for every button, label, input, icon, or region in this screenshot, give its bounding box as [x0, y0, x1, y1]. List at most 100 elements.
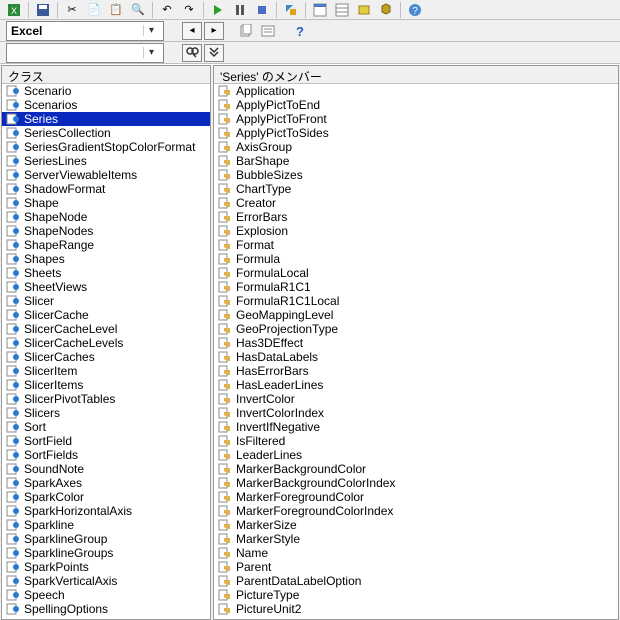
class-item[interactable]: SeriesCollection [2, 126, 210, 140]
class-item[interactable]: SparkPoints [2, 560, 210, 574]
go-forward-button[interactable]: ▸ [204, 22, 224, 40]
show-search-results-button[interactable] [204, 44, 224, 62]
member-item[interactable]: Parent [214, 560, 618, 574]
class-item[interactable]: ShadowFormat [2, 182, 210, 196]
object-browser-icon[interactable] [354, 1, 374, 19]
member-item[interactable]: PictureType [214, 588, 618, 602]
class-item[interactable]: SparklineGroup [2, 532, 210, 546]
member-item[interactable]: Explosion [214, 224, 618, 238]
class-item[interactable]: Sheets [2, 266, 210, 280]
member-item[interactable]: ErrorBars [214, 210, 618, 224]
design-mode-icon[interactable] [281, 1, 301, 19]
redo-icon[interactable]: ↷ [179, 1, 199, 19]
view-definition-icon[interactable] [258, 22, 278, 40]
member-item[interactable]: InvertColor [214, 392, 618, 406]
class-item[interactable]: SparkHorizontalAxis [2, 504, 210, 518]
class-item[interactable]: SeriesGradientStopColorFormat [2, 140, 210, 154]
class-item[interactable]: SlicerCache [2, 308, 210, 322]
class-item[interactable]: SpellingOptions [2, 602, 210, 616]
class-item[interactable]: Scenario [2, 84, 210, 98]
member-item[interactable]: MarkerBackgroundColorIndex [214, 476, 618, 490]
member-item[interactable]: ApplyPictToEnd [214, 98, 618, 112]
class-item[interactable]: SortField [2, 434, 210, 448]
undo-icon[interactable]: ↶ [157, 1, 177, 19]
class-item[interactable]: ShapeNodes [2, 224, 210, 238]
class-item[interactable]: Shape [2, 196, 210, 210]
member-item[interactable]: MarkerStyle [214, 532, 618, 546]
paste-icon[interactable]: 📋 [106, 1, 126, 19]
member-item[interactable]: HasLeaderLines [214, 378, 618, 392]
members-list[interactable]: ApplicationApplyPictToEndApplyPictToFron… [214, 84, 618, 619]
member-item[interactable]: ChartType [214, 182, 618, 196]
class-item[interactable]: SlicerItem [2, 364, 210, 378]
member-item[interactable]: ApplyPictToFront [214, 112, 618, 126]
class-item[interactable]: SeriesLines [2, 154, 210, 168]
member-item[interactable]: MarkerForegroundColorIndex [214, 504, 618, 518]
member-item[interactable]: InvertColorIndex [214, 406, 618, 420]
class-item[interactable]: SparkVerticalAxis [2, 574, 210, 588]
class-item[interactable]: ShapeNode [2, 210, 210, 224]
class-item[interactable]: ShapeRange [2, 238, 210, 252]
class-item[interactable]: SortFields [2, 448, 210, 462]
class-item[interactable]: SoundNote [2, 462, 210, 476]
class-item[interactable]: Speech [2, 588, 210, 602]
class-item[interactable]: Series [2, 112, 210, 126]
member-item[interactable]: BubbleSizes [214, 168, 618, 182]
copy-icon[interactable]: 📄 [84, 1, 104, 19]
search-button[interactable] [182, 44, 202, 62]
class-item[interactable]: SheetViews [2, 280, 210, 294]
class-item[interactable]: Slicer [2, 294, 210, 308]
member-item[interactable]: IsFiltered [214, 434, 618, 448]
class-item[interactable]: Slicers [2, 406, 210, 420]
member-item[interactable]: MarkerBackgroundColor [214, 462, 618, 476]
save-icon[interactable] [33, 1, 53, 19]
member-item[interactable]: GeoMappingLevel [214, 308, 618, 322]
member-item[interactable]: Name [214, 546, 618, 560]
class-item[interactable]: ServerViewableItems [2, 168, 210, 182]
member-item[interactable]: LeaderLines [214, 448, 618, 462]
member-item[interactable]: GeoProjectionType [214, 322, 618, 336]
class-item[interactable]: SlicerItems [2, 378, 210, 392]
member-item[interactable]: FormulaR1C1Local [214, 294, 618, 308]
member-item[interactable]: Creator [214, 196, 618, 210]
class-item[interactable]: SparkAxes [2, 476, 210, 490]
member-item[interactable]: BarShape [214, 154, 618, 168]
member-item[interactable]: InvertIfNegative [214, 420, 618, 434]
stop-icon[interactable] [252, 1, 272, 19]
class-item[interactable]: Scenarios [2, 98, 210, 112]
help-icon[interactable]: ? [405, 1, 425, 19]
copy-to-clipboard-icon[interactable] [236, 22, 256, 40]
excel-icon[interactable]: X [4, 1, 24, 19]
member-item[interactable]: PictureUnit2 [214, 602, 618, 616]
help-icon[interactable]: ? [290, 22, 310, 40]
class-item[interactable]: SlicerCacheLevels [2, 336, 210, 350]
member-item[interactable]: ApplyPictToSides [214, 126, 618, 140]
run-icon[interactable] [208, 1, 228, 19]
member-item[interactable]: Formula [214, 252, 618, 266]
cut-icon[interactable]: ✂ [62, 1, 82, 19]
member-item[interactable]: FormulaLocal [214, 266, 618, 280]
member-item[interactable]: MarkerForegroundColor [214, 490, 618, 504]
class-item[interactable]: SlicerCaches [2, 350, 210, 364]
search-dropdown[interactable]: ▾ [6, 43, 164, 63]
classes-list[interactable]: ScenarioScenariosSeriesSeriesCollectionS… [2, 84, 210, 619]
properties-icon[interactable] [332, 1, 352, 19]
class-item[interactable]: SparklineGroups [2, 546, 210, 560]
project-explorer-icon[interactable] [310, 1, 330, 19]
member-item[interactable]: MarkerSize [214, 518, 618, 532]
class-item[interactable]: Sparkline [2, 518, 210, 532]
class-item[interactable]: SlicerPivotTables [2, 392, 210, 406]
toolbox-icon[interactable] [376, 1, 396, 19]
pause-icon[interactable] [230, 1, 250, 19]
class-item[interactable]: SparkColor [2, 490, 210, 504]
class-item[interactable]: SlicerCacheLevel [2, 322, 210, 336]
member-item[interactable]: ParentDataLabelOption [214, 574, 618, 588]
member-item[interactable]: Has3DEffect [214, 336, 618, 350]
find-icon[interactable]: 🔍 [128, 1, 148, 19]
member-item[interactable]: HasDataLabels [214, 350, 618, 364]
library-dropdown[interactable]: Excel ▾ [6, 21, 164, 41]
member-item[interactable]: HasErrorBars [214, 364, 618, 378]
member-item[interactable]: Application [214, 84, 618, 98]
class-item[interactable]: Shapes [2, 252, 210, 266]
member-item[interactable]: FormulaR1C1 [214, 280, 618, 294]
